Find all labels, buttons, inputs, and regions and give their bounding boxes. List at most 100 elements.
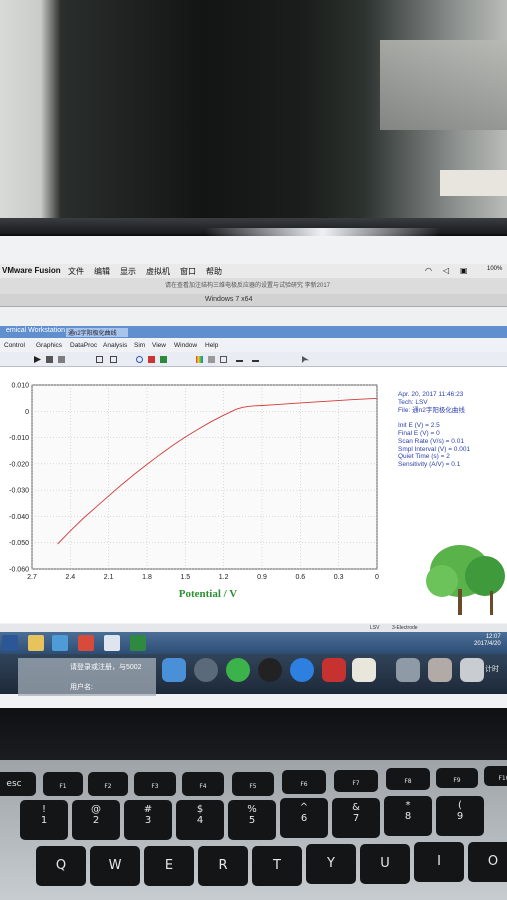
info-line: Init E (V) = 2.5 xyxy=(398,422,440,430)
menu-view-app[interactable]: View xyxy=(152,342,166,349)
document-tab[interactable]: 通n2字阳极化曲线 xyxy=(66,328,128,337)
key-e[interactable]: E xyxy=(144,846,194,886)
font-icon[interactable] xyxy=(208,356,215,363)
key-t[interactable]: T xyxy=(252,846,302,886)
key-f5[interactable]: F5 xyxy=(232,772,274,796)
key-8[interactable]: * 8 xyxy=(384,796,432,836)
pause-icon[interactable] xyxy=(58,356,65,363)
key-1[interactable]: ! 1 xyxy=(20,800,68,840)
media-icon[interactable] xyxy=(78,635,94,651)
key-f10[interactable]: F10 xyxy=(484,766,507,786)
derivative-icon[interactable] xyxy=(252,356,259,362)
clock[interactable]: 12:07 2017/4/20 xyxy=(474,634,501,648)
menu-help-app[interactable]: Help xyxy=(205,342,218,349)
smooth-icon[interactable] xyxy=(236,356,243,362)
setup-icon[interactable] xyxy=(110,356,117,363)
x-tick-label: 2.7 xyxy=(27,574,37,581)
clock-date: 2017/4/20 xyxy=(474,641,501,647)
key-6[interactable]: ^ 6 xyxy=(280,798,328,838)
trash-icon[interactable] xyxy=(460,658,484,682)
menu-analysis[interactable]: Analysis xyxy=(103,342,127,349)
info-line: Apr. 20, 2017 11:46:23 xyxy=(398,391,464,398)
x-axis: 2.7 2.4 2.1 1.8 1.5 1.2 0.9 0.6 0.3 0 xyxy=(27,574,379,581)
key-7[interactable]: & 7 xyxy=(332,798,380,838)
qq-icon[interactable] xyxy=(258,658,282,682)
menu-view[interactable]: 显示 xyxy=(120,266,136,277)
status-electrode: 3-Electrode xyxy=(392,625,418,631)
finder-icon[interactable] xyxy=(162,658,186,682)
wechat-icon[interactable] xyxy=(226,658,250,682)
key-f7[interactable]: F7 xyxy=(334,770,378,792)
key-3[interactable]: #3 xyxy=(124,800,172,840)
key-q[interactable]: Q xyxy=(36,846,86,886)
window-thumb-icon[interactable] xyxy=(428,658,452,682)
window-thumb-icon[interactable] xyxy=(396,658,420,682)
status-bar: LSV 3-Electrode xyxy=(0,624,507,632)
menu-file[interactable]: 文件 xyxy=(68,266,84,277)
menu-help[interactable]: 帮助 xyxy=(206,266,222,277)
explorer-icon[interactable] xyxy=(52,635,68,651)
folder-icon[interactable] xyxy=(28,635,44,651)
key-u[interactable]: U xyxy=(360,844,410,884)
menu-window-app[interactable]: Window xyxy=(174,342,197,349)
key-f6[interactable]: F6 xyxy=(282,770,326,794)
volume-icon[interactable]: ◁ xyxy=(443,266,449,275)
x-tick-label: 0.3 xyxy=(334,574,344,581)
menu-control[interactable]: Control xyxy=(4,342,25,349)
app-name[interactable]: VMware Fusion xyxy=(2,266,61,275)
vm-titlebar xyxy=(0,294,507,307)
key-f8[interactable]: F8 xyxy=(386,768,430,790)
key-5[interactable]: % 5 xyxy=(228,800,276,840)
launchpad-icon[interactable] xyxy=(194,658,218,682)
cell-icon[interactable] xyxy=(96,356,103,363)
key-f1[interactable]: F1 xyxy=(43,772,83,796)
wifi-icon[interactable]: ◠ xyxy=(425,266,432,275)
flag-icon[interactable]: ▣ xyxy=(460,266,468,275)
overlay-icon[interactable] xyxy=(160,356,167,363)
menu-vm[interactable]: 虚拟机 xyxy=(146,266,170,277)
desktop-tree-gadget xyxy=(426,545,505,615)
key-2[interactable]: @2 xyxy=(72,800,120,840)
key-f9[interactable]: F9 xyxy=(436,768,478,788)
menu-sim[interactable]: Sim xyxy=(134,342,145,349)
y-tick-label: -0.060 xyxy=(9,567,29,574)
y-tick-label: -0.050 xyxy=(9,540,29,547)
vmware-icon[interactable] xyxy=(322,658,346,682)
word-icon[interactable] xyxy=(2,635,18,651)
menu-graphics[interactable]: Graphics xyxy=(36,342,62,349)
clock-time: 12:07 xyxy=(485,634,501,640)
y-tick-label: -0.020 xyxy=(9,461,29,468)
stop-icon[interactable] xyxy=(46,356,53,363)
menu-edit[interactable]: 编辑 xyxy=(94,266,110,277)
key-y[interactable]: Y xyxy=(306,844,356,884)
x-tick-label: 0 xyxy=(375,574,379,581)
y-tick-label: -0.010 xyxy=(9,435,29,442)
key-r[interactable]: R xyxy=(198,846,248,886)
excel-icon[interactable] xyxy=(130,635,146,651)
zoom-icon[interactable] xyxy=(136,356,143,363)
lid-glare xyxy=(205,228,440,236)
print-icon[interactable] xyxy=(220,356,227,363)
key-esc[interactable]: esc xyxy=(0,772,36,796)
key-w[interactable]: W xyxy=(90,846,140,886)
key-f2[interactable]: F2 xyxy=(88,772,128,796)
menu-window[interactable]: 窗口 xyxy=(180,266,196,277)
y-tick-label: -0.040 xyxy=(9,514,29,521)
chi-workstation-icon[interactable] xyxy=(104,635,120,651)
menu-dataproc[interactable]: DataProc xyxy=(70,342,97,349)
x-tick-label: 1.2 xyxy=(219,574,229,581)
key-9[interactable]: (9 xyxy=(436,796,484,836)
key-4[interactable]: $4 xyxy=(176,800,224,840)
lsv-chart: 0.010 0 -0.010 -0.020 -0.030 -0.040 -0.050 -0.0… xyxy=(9,383,379,601)
safari-icon[interactable] xyxy=(290,658,314,682)
battery-text: 100% xyxy=(487,266,503,272)
info-line: Tech: LSV xyxy=(398,398,428,406)
x-tick-label: 1.5 xyxy=(180,574,190,581)
books-icon[interactable] xyxy=(352,658,376,682)
key-f3[interactable]: F3 xyxy=(134,772,176,796)
key-f4[interactable]: F4 xyxy=(182,772,224,796)
graph-icon[interactable] xyxy=(148,356,155,363)
color-icon[interactable] xyxy=(196,356,203,363)
key-i[interactable]: I xyxy=(414,842,464,882)
key-o[interactable]: O xyxy=(468,842,507,882)
